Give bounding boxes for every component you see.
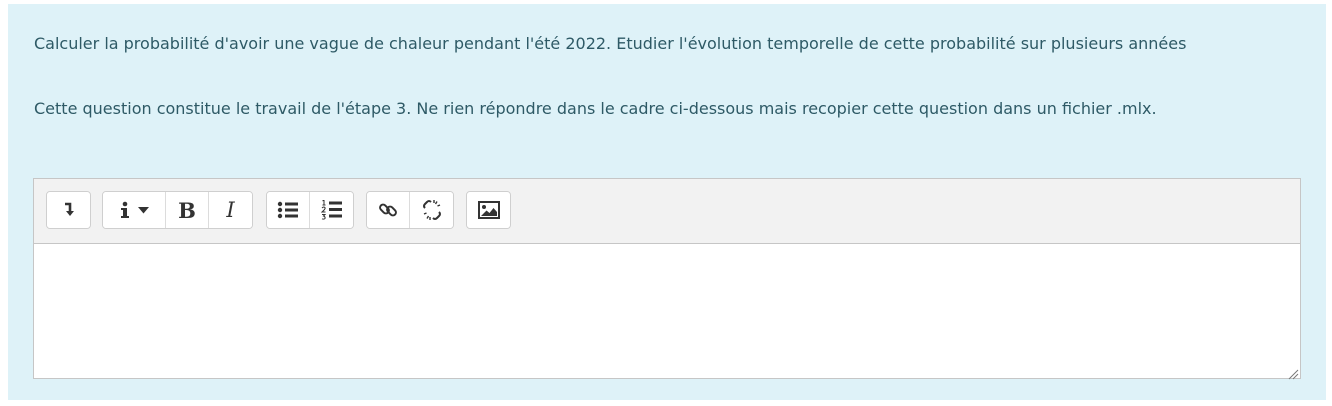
link-icon — [378, 200, 398, 220]
italic-label: I — [226, 197, 235, 222]
toolbar-group-lists — [266, 191, 354, 229]
text-editor: B I — [33, 178, 1301, 380]
question-panel: Calculer la probabilité d'avoir une vagu… — [8, 4, 1326, 400]
question-text-line-2: Cette question constitue le travail de l… — [34, 99, 1157, 118]
unordered-list-button[interactable] — [267, 192, 310, 228]
toolbar-group-links — [366, 191, 454, 229]
toolbar-group-style: B I — [102, 191, 253, 229]
editor-toolbar: B I — [34, 179, 1300, 244]
show-more-buttons-button[interactable] — [47, 192, 90, 228]
image-icon — [477, 201, 500, 219]
paragraph-styles-button[interactable] — [103, 192, 166, 228]
toolbar-group-media — [466, 191, 511, 229]
bullet-list-icon — [277, 201, 299, 219]
info-icon — [119, 201, 131, 219]
unlink-button[interactable] — [410, 192, 453, 228]
bold-button[interactable]: B — [166, 192, 209, 228]
resize-handle-icon[interactable] — [1287, 365, 1299, 380]
ordered-list-button[interactable] — [310, 192, 353, 228]
numbered-list-icon — [320, 200, 343, 220]
link-button[interactable] — [367, 192, 410, 228]
question-text-line-1: Calculer la probabilité d'avoir une vagu… — [34, 34, 1187, 53]
editor-content-area[interactable] — [34, 244, 1300, 378]
unlink-icon — [422, 199, 442, 221]
toolbar-group-collapse — [46, 191, 91, 229]
insert-image-button[interactable] — [467, 192, 510, 228]
bold-label: B — [178, 197, 196, 223]
chevron-down-icon — [138, 206, 149, 214]
toolbar-toggle-icon — [62, 202, 76, 218]
italic-button[interactable]: I — [209, 192, 252, 228]
